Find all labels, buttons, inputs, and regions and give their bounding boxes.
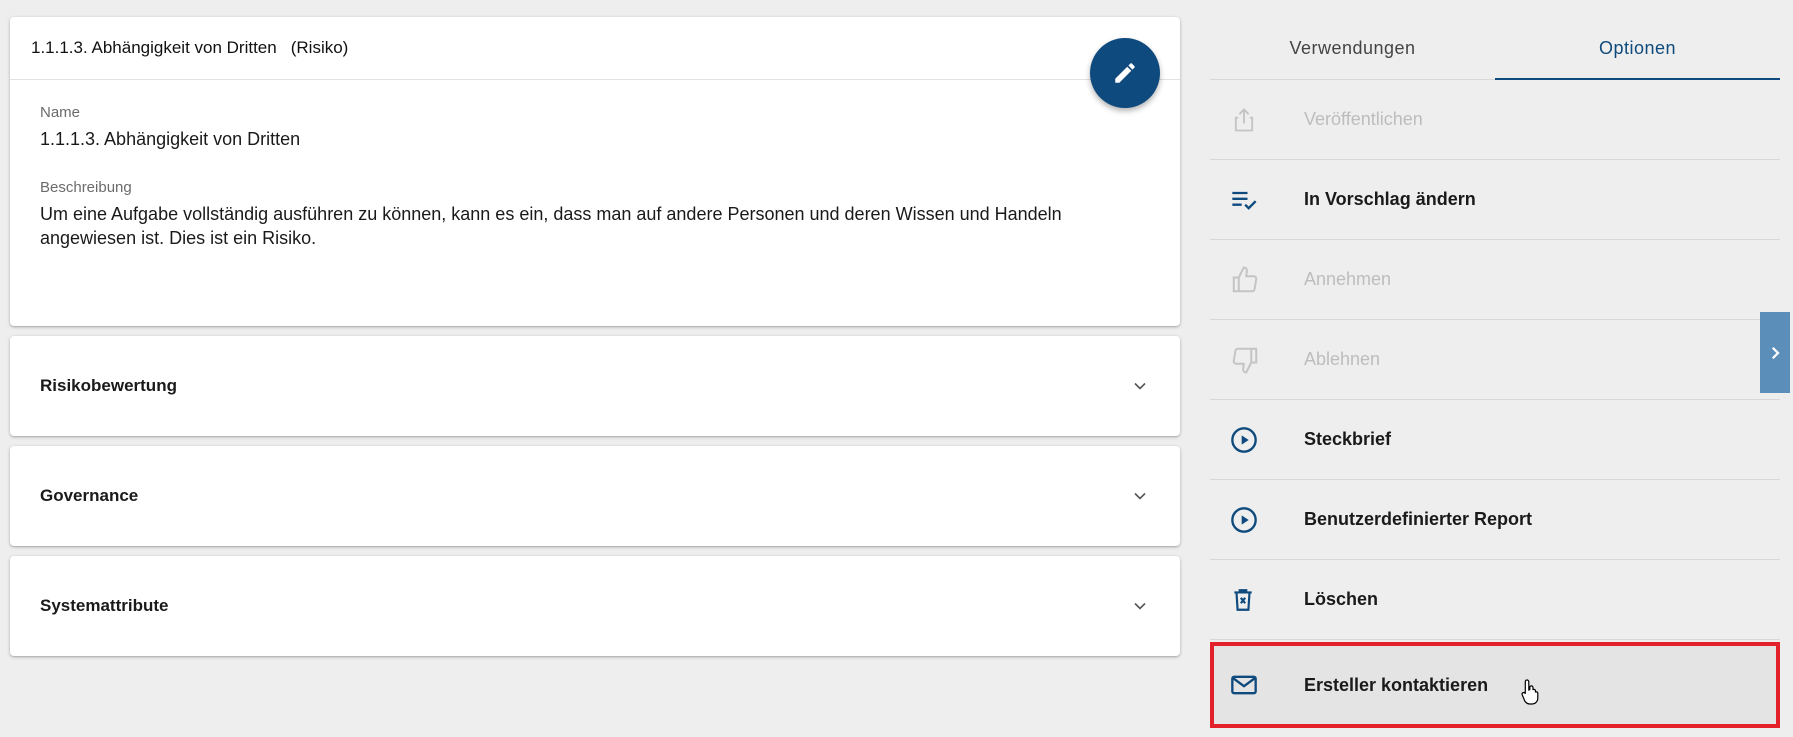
chevron-down-icon <box>1134 492 1146 500</box>
detail-header: 1.1.1.3. Abhängigkeit von Dritten (Risik… <box>10 17 1180 80</box>
detail-title: 1.1.1.3. Abhängigkeit von Dritten <box>31 38 277 57</box>
description-label: Beschreibung <box>40 179 132 196</box>
list-check-icon <box>1232 191 1257 210</box>
panel-systemattribute[interactable]: Systemattribute <box>10 556 1180 656</box>
option-in-vorschlag-aendern[interactable]: In Vorschlag ändern <box>1210 160 1780 240</box>
detail-column: 1.1.1.3. Abhängigkeit von Dritten (Risik… <box>10 17 1180 656</box>
option-label: Benutzerdefinierter Report <box>1304 509 1533 529</box>
option-steckbrief[interactable]: Steckbrief <box>1210 400 1780 480</box>
description-field: Beschreibung Um eine Aufgabe vollständig… <box>10 151 1180 250</box>
description-value: Um eine Aufgabe vollständig ausführen zu… <box>40 204 1062 248</box>
play-circle-icon <box>1231 426 1257 453</box>
thumbs-up-icon <box>1232 265 1258 292</box>
chevron-down-icon <box>1134 382 1146 390</box>
option-label: In Vorschlag ändern <box>1304 189 1476 209</box>
options-list: Veröffentlichen In Vorschlag ändern Anne… <box>1210 80 1780 728</box>
mail-icon <box>1231 675 1257 695</box>
option-benutzerdefinierter-report[interactable]: Benutzerdefinierter Report <box>1210 480 1780 560</box>
option-label: Löschen <box>1304 589 1379 609</box>
detail-card: 1.1.1.3. Abhängigkeit von Dritten (Risik… <box>10 17 1180 326</box>
thumbs-down-icon <box>1232 347 1258 374</box>
option-label: Ablehnen <box>1304 349 1381 369</box>
panel-risikobewertung[interactable]: Risikobewertung <box>10 336 1180 436</box>
option-ersteller-kontaktieren[interactable]: Ersteller kontaktieren <box>1210 642 1780 728</box>
tab-optionen[interactable]: Optionen <box>1495 17 1780 80</box>
panel-label: Risikobewertung <box>40 376 177 395</box>
option-label: Steckbrief <box>1304 429 1392 449</box>
hand-cursor-icon <box>1520 678 1542 711</box>
option-loeschen[interactable]: Löschen <box>1210 560 1780 640</box>
tab-bar: Verwendungen Optionen <box>1210 17 1780 80</box>
share-icon <box>1234 107 1254 131</box>
option-ablehnen[interactable]: Ablehnen <box>1210 320 1780 400</box>
option-annehmen[interactable]: Annehmen <box>1210 240 1780 320</box>
option-label: Veröffentlichen <box>1304 109 1423 129</box>
panel-governance[interactable]: Governance <box>10 446 1180 546</box>
option-veroeffentlichen[interactable]: Veröffentlichen <box>1210 80 1780 160</box>
name-value: 1.1.1.3. Abhängigkeit von Dritten <box>40 129 301 149</box>
edit-button[interactable] <box>1090 38 1160 108</box>
detail-type: (Risiko) <box>290 38 349 57</box>
option-label: Annehmen <box>1304 269 1392 289</box>
trash-icon <box>1234 588 1252 611</box>
panel-label: Governance <box>40 486 139 505</box>
pencil-icon <box>1115 63 1135 83</box>
play-circle-icon <box>1231 506 1257 533</box>
side-panel-toggle[interactable] <box>1760 312 1790 393</box>
panel-label: Systemattribute <box>40 596 169 615</box>
options-column: Verwendungen Optionen Veröffentlichen In… <box>1210 17 1780 728</box>
chevron-down-icon <box>1134 602 1146 610</box>
chevron-right-icon <box>1771 346 1780 359</box>
tab-verwendungen[interactable]: Verwendungen <box>1210 17 1495 79</box>
option-label: Ersteller kontaktieren <box>1304 674 1489 695</box>
name-field: Name 1.1.1.3. Abhängigkeit von Dritten <box>10 80 1180 151</box>
name-label: Name <box>40 104 81 121</box>
